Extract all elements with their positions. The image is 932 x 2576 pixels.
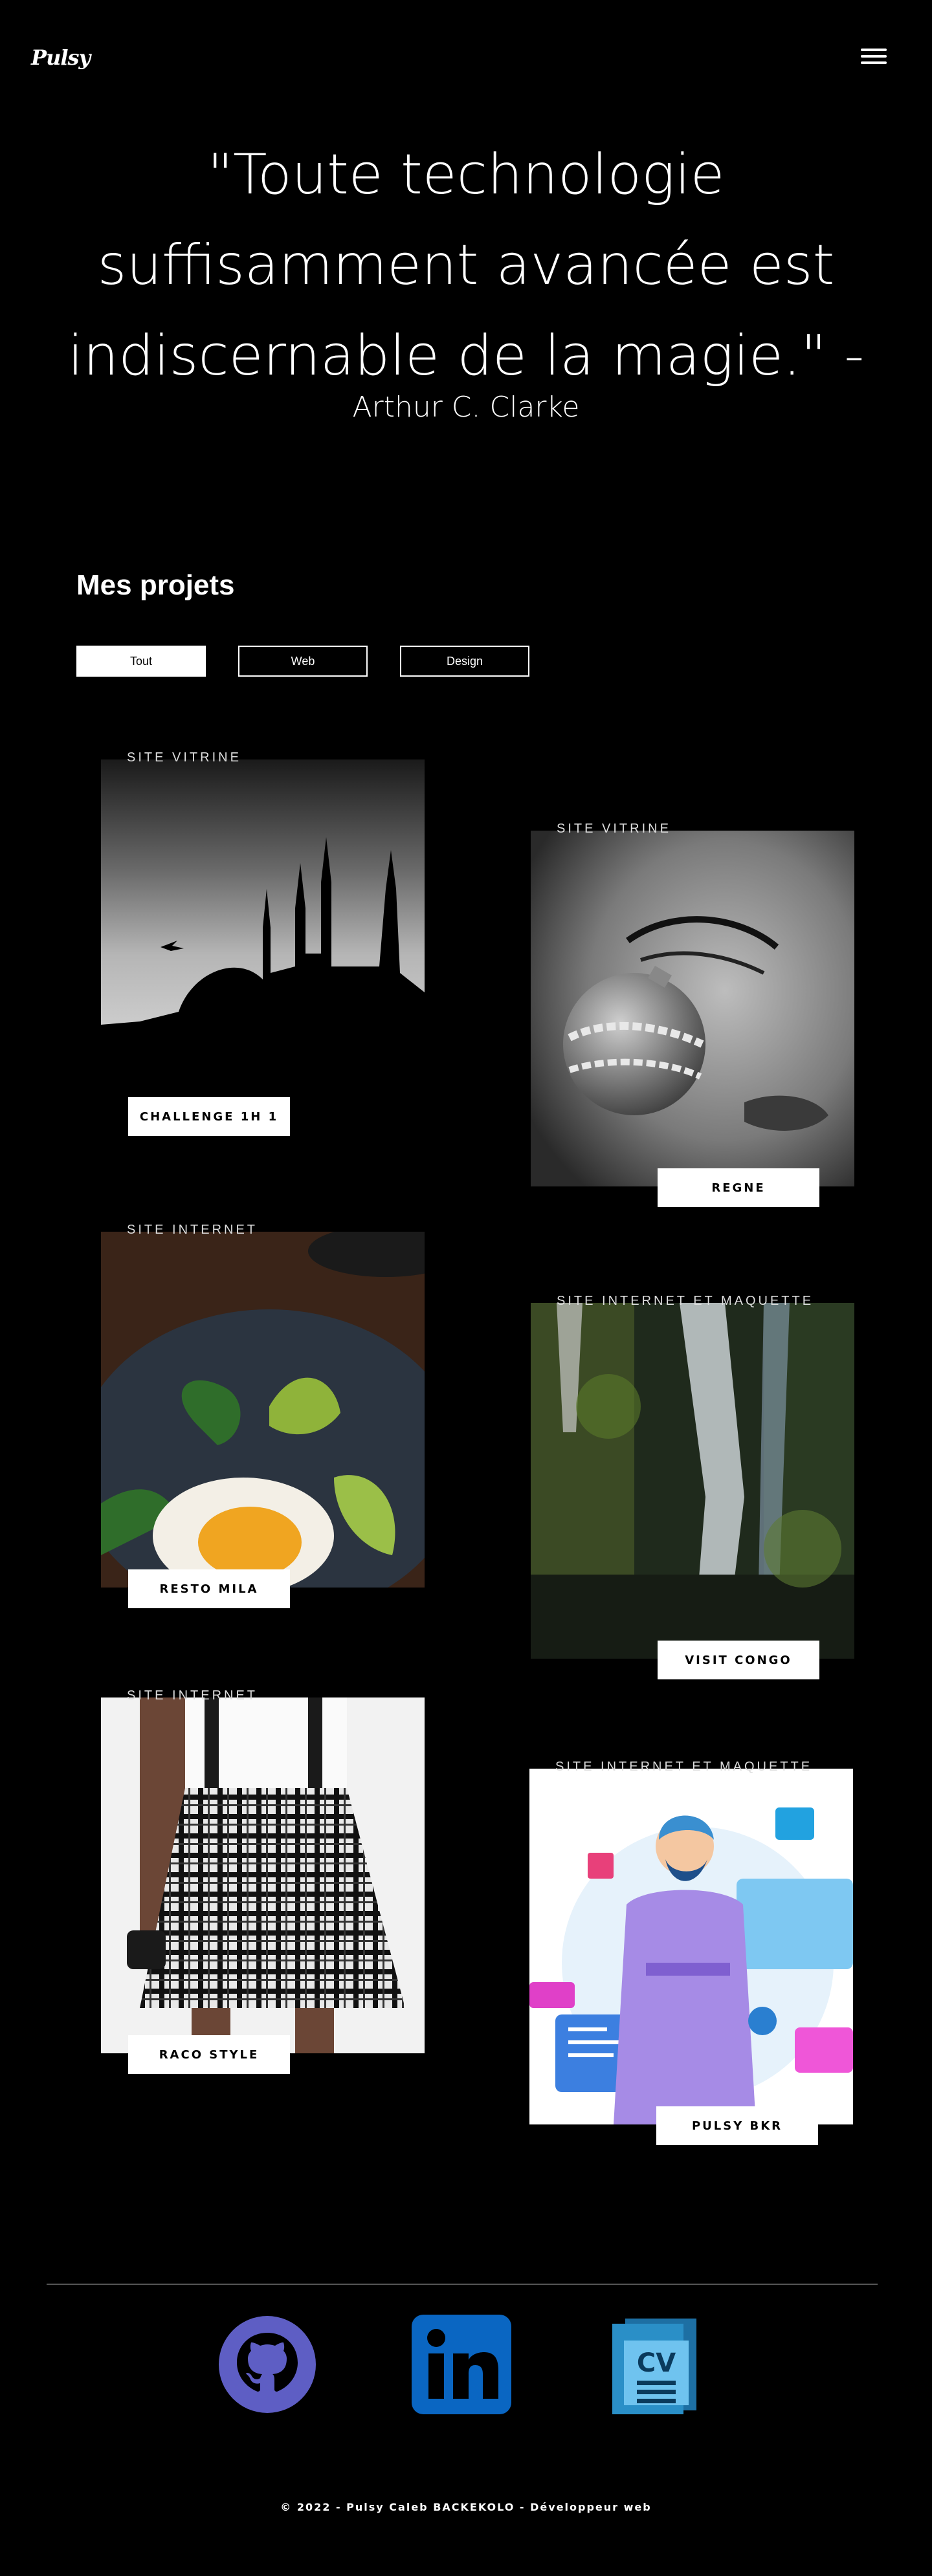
project-category: SITE INTERNET bbox=[127, 1688, 258, 1703]
project-category: SITE VITRINE bbox=[127, 750, 241, 765]
filter-design-button[interactable]: Design bbox=[400, 646, 529, 677]
project-image-waterfall bbox=[531, 1303, 854, 1659]
project-button-pulsy-bkr[interactable]: PULSY BKR bbox=[656, 2106, 818, 2145]
menu-bar-icon bbox=[861, 49, 887, 51]
project-image-fashion bbox=[101, 1697, 425, 2053]
cv-icon-text: CV bbox=[637, 2348, 676, 2378]
menu-bar-icon bbox=[861, 61, 887, 64]
project-card-challenge[interactable]: SITE VITRINE CHALLENGE 1H 1 bbox=[101, 750, 425, 1136]
project-button-challenge[interactable]: CHALLENGE 1H 1 bbox=[128, 1097, 290, 1136]
footer-copyright: © 2022 - Pulsy Caleb BACKEKOLO - Dévelop… bbox=[280, 2501, 652, 2513]
cv-link[interactable]: CV bbox=[606, 2315, 705, 2414]
project-image-food bbox=[101, 1232, 425, 1588]
github-icon bbox=[219, 2316, 316, 2413]
filter-tout-button[interactable]: Tout bbox=[76, 646, 206, 677]
project-category: SITE INTERNET bbox=[127, 1223, 258, 1237]
github-link[interactable] bbox=[217, 2315, 317, 2414]
linkedin-icon bbox=[412, 2315, 511, 2414]
hamburger-menu-button[interactable] bbox=[860, 48, 888, 69]
quote-text: "Toute technologie suffisamment avancée … bbox=[67, 142, 865, 388]
project-card-pulsy-bkr[interactable]: SITE INTERNET ET MAQUETTE PULSY BKR bbox=[529, 1760, 853, 2145]
project-image-mosque bbox=[101, 759, 425, 1115]
project-image-developer-illustration bbox=[529, 1769, 853, 2124]
projects-title: Mes projets bbox=[76, 569, 235, 601]
hero-quote: "Toute technologie suffisamment avancée … bbox=[52, 129, 880, 427]
project-card-raco-style[interactable]: SITE INTERNET RACO STYLE bbox=[101, 1688, 425, 2074]
project-button-raco-style[interactable]: RACO STYLE bbox=[128, 2035, 290, 2074]
project-card-visit-congo[interactable]: SITE INTERNET ET MAQUETTE VISIT CONGO bbox=[531, 1294, 854, 1679]
project-button-visit-congo[interactable]: VISIT CONGO bbox=[658, 1641, 819, 1679]
project-button-regne[interactable]: REGNE bbox=[658, 1168, 819, 1207]
project-category: SITE VITRINE bbox=[557, 822, 671, 836]
filter-web-button[interactable]: Web bbox=[238, 646, 368, 677]
project-button-resto-mila[interactable]: RESTO MILA bbox=[128, 1569, 290, 1608]
cv-icon: CV bbox=[612, 2319, 696, 2414]
project-card-regne[interactable]: SITE VITRINE REGNE bbox=[531, 822, 854, 1207]
linkedin-link[interactable] bbox=[412, 2315, 511, 2414]
project-category: SITE INTERNET ET MAQUETTE bbox=[555, 1760, 813, 1774]
project-category: SITE INTERNET ET MAQUETTE bbox=[557, 1294, 814, 1308]
menu-bar-icon bbox=[861, 55, 887, 58]
project-card-resto-mila[interactable]: SITE INTERNET RESTO MILA bbox=[101, 1223, 425, 1608]
project-image-portrait bbox=[531, 831, 854, 1186]
site-header: Pulsy bbox=[0, 0, 932, 116]
site-logo[interactable]: Pulsy bbox=[31, 45, 91, 70]
footer-divider bbox=[47, 2284, 878, 2285]
